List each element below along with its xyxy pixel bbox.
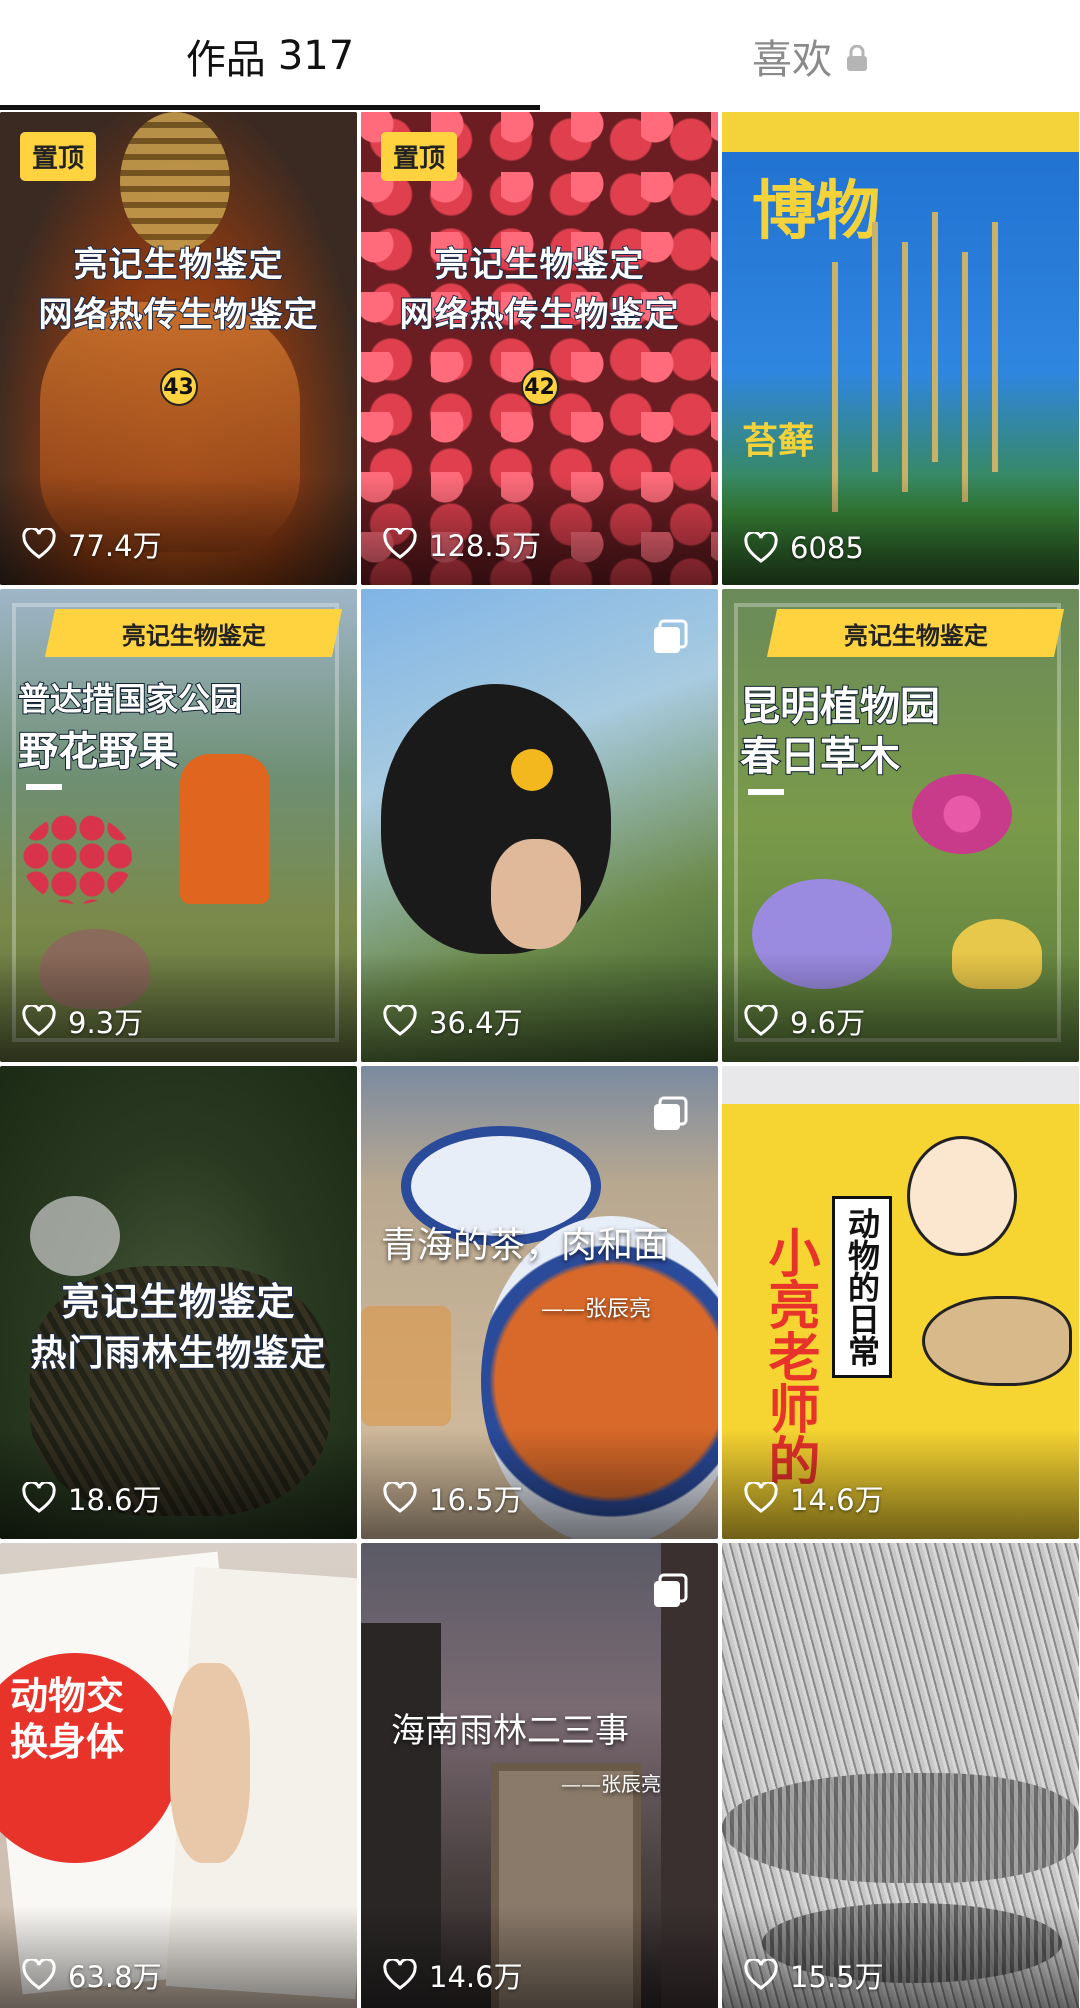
like-count-value: 9.3万 (68, 1006, 144, 1040)
lock-icon (847, 45, 867, 71)
multi-image-icon (654, 1096, 688, 1130)
video-thumbnail[interactable]: 15.5万 (722, 1543, 1079, 2008)
multi-image-icon (654, 619, 688, 653)
like-count: 77.4万 (22, 523, 162, 565)
video-subtitle: 野花野果 (17, 728, 179, 776)
video-thumbnail[interactable]: 亮记生物鉴定 普达措国家公园 野花野果 9.3万 (0, 589, 357, 1062)
video-thumbnail[interactable]: 置顶 亮记生物鉴定 网络热传生物鉴定 42 128.5万 (361, 112, 718, 585)
video-thumbnail[interactable]: 动物的日常 小亮老师的 14.6万 (722, 1066, 1079, 1539)
video-subtitle: 热门雨林生物鉴定 (29, 1332, 327, 1375)
like-count: 14.6万 (383, 1954, 523, 1996)
heart-icon (744, 1959, 778, 1990)
video-caption: 青海的茶，肉和面 (381, 1225, 670, 1266)
like-count-value: 6085 (790, 531, 864, 565)
like-count-value: 128.5万 (429, 529, 542, 563)
heart-icon (22, 1482, 56, 1513)
heart-icon (744, 1482, 778, 1513)
heart-icon (383, 1482, 417, 1513)
like-count: 16.5万 (383, 1477, 523, 1519)
series-banner: 亮记生物鉴定 (766, 609, 1065, 657)
video-thumbnail[interactable]: 海南雨林二三事 ——张辰亮 14.6万 (361, 1543, 718, 2008)
heart-icon (383, 1005, 417, 1036)
pinned-badge: 置顶 (381, 132, 458, 181)
heart-icon (22, 528, 56, 559)
heart-icon (22, 1005, 56, 1036)
heart-icon (383, 528, 417, 559)
like-count: 36.4万 (383, 1000, 523, 1042)
heart-icon (22, 1959, 56, 1990)
video-thumbnail[interactable]: 置顶 亮记生物鉴定 网络热传生物鉴定 43 77.4万 (0, 112, 357, 585)
episode-number: 42 (520, 368, 559, 406)
like-count-value: 9.6万 (790, 1006, 866, 1040)
tab-works-label: 作品 (185, 37, 266, 83)
tab-likes-label: 喜欢 (752, 37, 832, 83)
tab-works-count: 317 (277, 33, 355, 79)
tab-likes[interactable]: 喜欢 (540, 0, 1080, 112)
magazine-title: 博物 (752, 174, 880, 249)
video-thumbnail[interactable]: 亮记生物鉴定 热门雨林生物鉴定 18.6万 (0, 1066, 357, 1539)
like-count-value: 14.6万 (790, 1483, 884, 1517)
like-count: 9.6万 (744, 1000, 865, 1042)
episode-number: 43 (159, 368, 198, 406)
like-count: 15.5万 (744, 1954, 884, 1996)
series-banner: 亮记生物鉴定 (44, 609, 343, 657)
heart-icon (744, 1005, 778, 1036)
video-thumbnail[interactable]: 36.4万 (361, 589, 718, 1062)
like-count-value: 15.5万 (790, 1960, 884, 1994)
like-count: 6085 (744, 531, 864, 565)
pinned-badge: 置顶 (20, 132, 97, 181)
video-thumbnail[interactable]: 青海的茶，肉和面 ——张辰亮 16.5万 (361, 1066, 718, 1539)
like-count-value: 77.4万 (68, 529, 162, 563)
like-count-value: 14.6万 (429, 1960, 523, 1994)
caption-author: ——张辰亮 (541, 1297, 652, 1322)
tab-works[interactable]: 作品 317 (0, 0, 540, 112)
video-thumbnail[interactable]: 博物 苔藓 6085 (722, 112, 1079, 585)
caption-author: ——张辰亮 (561, 1772, 661, 1796)
video-subtitle: 春日草木 (739, 733, 901, 781)
multi-image-icon (654, 1573, 688, 1607)
like-count: 9.3万 (22, 1000, 143, 1042)
video-thumbnail[interactable]: 动物交换身体 63.8万 (0, 1543, 357, 2008)
like-count-value: 18.6万 (68, 1483, 162, 1517)
video-grid: 置顶 亮记生物鉴定 网络热传生物鉴定 43 77.4万 置顶 亮记生物鉴定 网络… (0, 112, 1080, 2008)
profile-tabs: 作品 317 喜欢 (0, 0, 1080, 112)
video-title: 亮记生物鉴定 (434, 244, 645, 286)
video-title: 普达措国家公园 (17, 679, 243, 719)
like-count-value: 63.8万 (68, 1960, 162, 1994)
video-subtitle: 网络热传生物鉴定 (38, 294, 319, 336)
video-thumbnail[interactable]: 亮记生物鉴定 昆明植物园 春日草木 9.6万 (722, 589, 1079, 1062)
video-title: 亮记生物鉴定 (60, 1279, 296, 1325)
active-tab-indicator (0, 105, 540, 110)
like-count-value: 36.4万 (429, 1006, 523, 1040)
video-title: 亮记生物鉴定 (73, 244, 284, 286)
book-vertical-title: 动物的日常 (832, 1196, 892, 1378)
like-count: 63.8万 (22, 1954, 162, 1996)
magazine-subject: 苔藓 (742, 421, 815, 462)
heart-icon (744, 532, 778, 563)
like-count: 128.5万 (383, 523, 541, 565)
like-count-value: 16.5万 (429, 1483, 523, 1517)
video-subtitle: 网络热传生物鉴定 (399, 294, 680, 336)
heart-icon (383, 1959, 417, 1990)
video-caption: 海南雨林二三事 (391, 1711, 629, 1751)
like-count: 18.6万 (22, 1477, 162, 1519)
like-count: 14.6万 (744, 1477, 884, 1519)
book-title: 动物交换身体 (10, 1674, 125, 1764)
